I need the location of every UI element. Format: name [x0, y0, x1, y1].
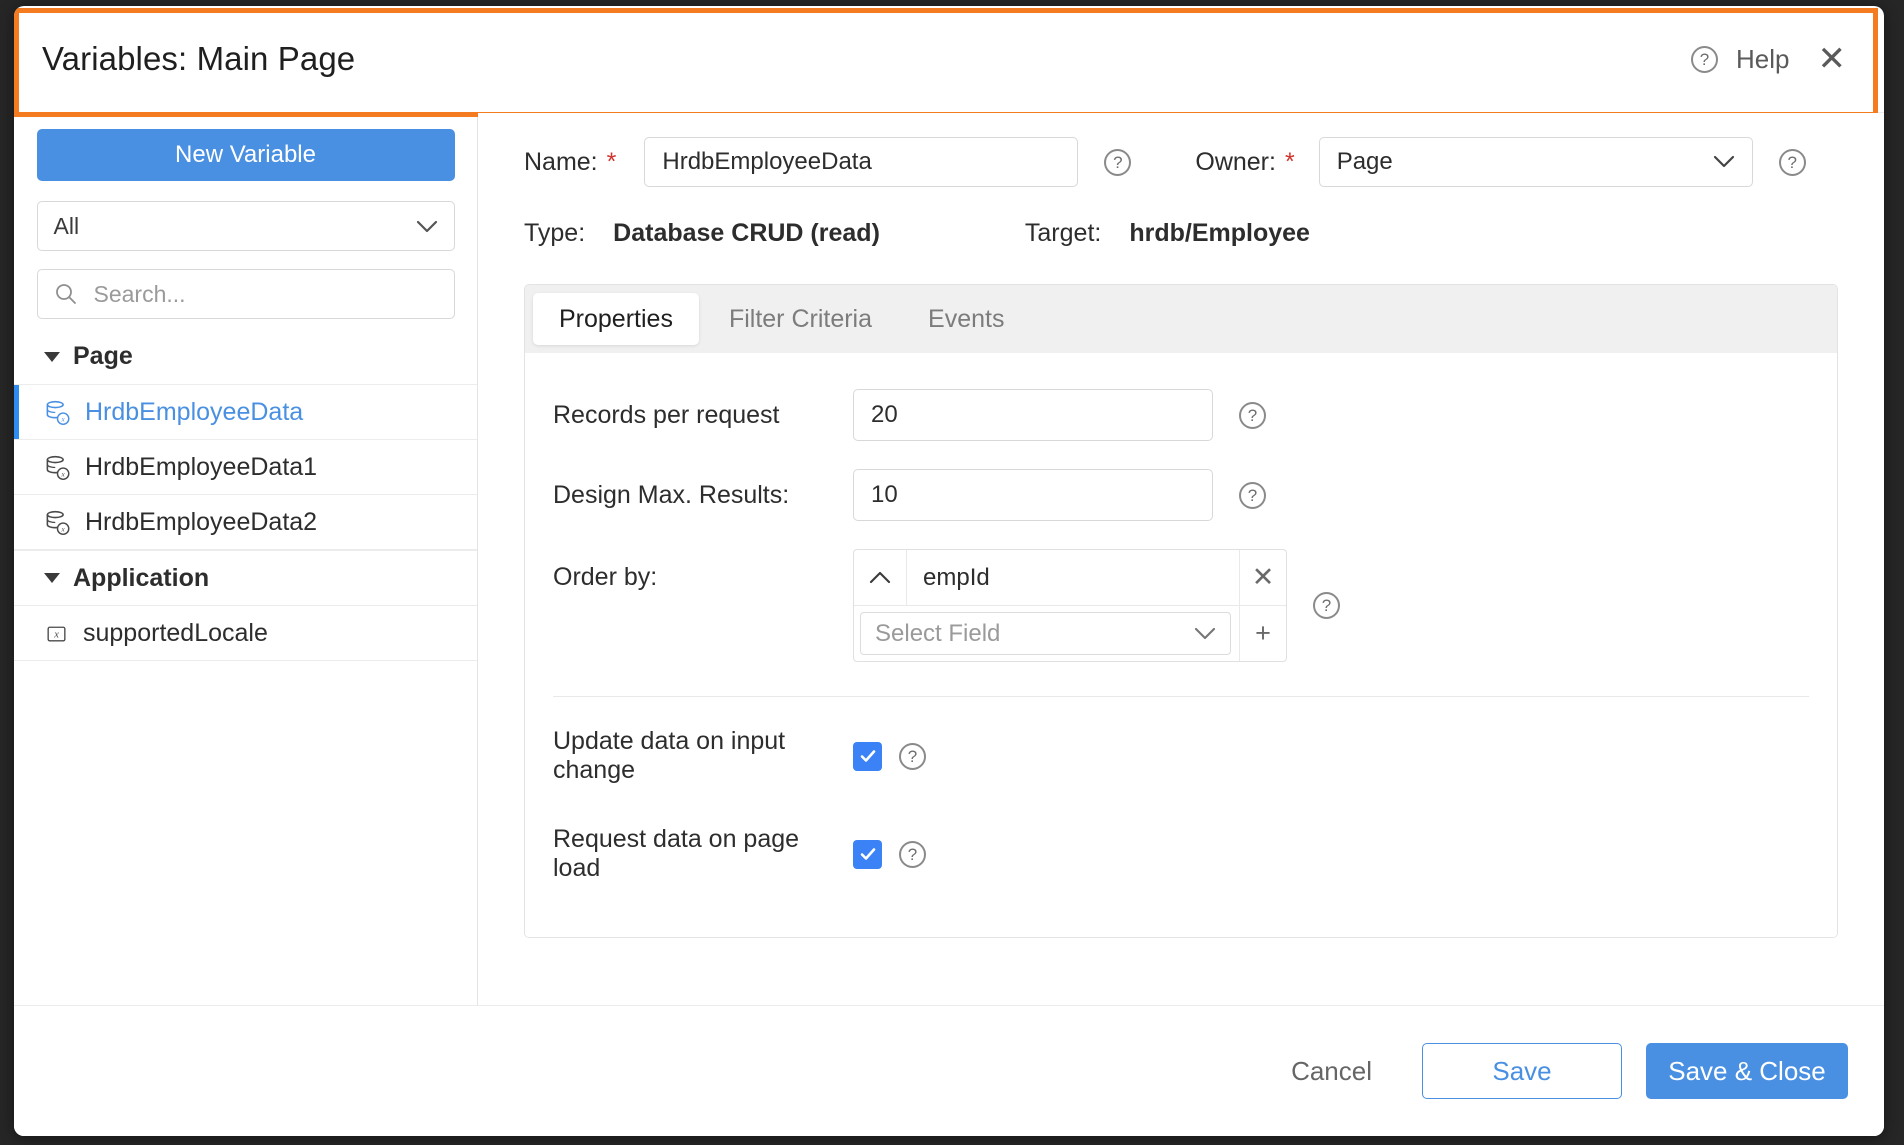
database-variable-icon: x — [44, 509, 71, 536]
sort-ascending-icon[interactable] — [854, 550, 907, 605]
question-circle-icon[interactable]: ? — [1691, 45, 1719, 73]
sidebar-group-label: Page — [73, 342, 133, 370]
records-per-request-label: Records per request — [553, 400, 780, 429]
type-target-row: Type: Database CRUD (read) Target: hrdb/… — [478, 219, 1884, 248]
search-input[interactable]: Search... — [36, 269, 455, 319]
search-icon — [54, 282, 78, 306]
save-and-close-button[interactable]: Save & Close — [1646, 1043, 1848, 1099]
target-field-group: Target: hrdb/Employee — [1025, 219, 1310, 248]
new-variable-button[interactable]: New Variable — [36, 129, 455, 181]
sidebar-group-page[interactable]: Page — [14, 329, 477, 385]
dialog-header: Variables: Main Page ? Help ✕ — [14, 6, 1884, 117]
cancel-button[interactable]: Cancel — [1265, 1044, 1398, 1099]
question-circle-icon[interactable]: ? — [899, 742, 926, 770]
sidebar-item-label: supportedLocale — [83, 618, 268, 647]
variable-filter-select[interactable]: All — [36, 201, 455, 251]
chevron-down-icon — [1713, 148, 1735, 176]
chevron-down-icon — [1194, 620, 1216, 648]
update-on-input-change-label: Update data on input change — [553, 727, 786, 784]
sidebar-item-supportedlocale[interactable]: x supportedLocale — [14, 606, 477, 661]
owner-label: Owner: — [1195, 147, 1276, 176]
sidebar-item-label: HrdbEmployeeData — [85, 397, 304, 426]
chevron-down-icon — [416, 213, 438, 240]
help-link[interactable]: Help — [1736, 44, 1789, 75]
question-circle-icon[interactable]: ? — [899, 840, 926, 868]
save-button[interactable]: Save — [1422, 1043, 1622, 1099]
update-on-input-change-checkbox[interactable] — [853, 741, 882, 771]
variable-filter-value: All — [53, 212, 80, 239]
sidebar-item-label: HrdbEmployeeData1 — [85, 452, 318, 481]
type-field-group: Type: Database CRUD (read) — [524, 219, 880, 248]
name-input[interactable]: HrdbEmployeeData — [644, 137, 1079, 187]
required-marker: * — [1284, 147, 1295, 176]
sidebar-item-label: HrdbEmployeeData2 — [85, 507, 318, 536]
variables-dialog: Variables: Main Page ? Help ✕ New Variab… — [14, 6, 1884, 1136]
tab-filter-criteria[interactable]: Filter Criteria — [703, 293, 898, 345]
owner-select[interactable]: Page — [1318, 137, 1753, 187]
request-on-page-load-checkbox[interactable] — [853, 839, 882, 869]
caret-down-icon — [44, 573, 60, 583]
request-on-page-load-label: Request data on page load — [553, 825, 800, 882]
database-variable-icon: x — [44, 399, 71, 426]
records-per-request-value: 20 — [871, 401, 898, 428]
target-label: Target: — [1024, 219, 1102, 247]
dialog-footer: Cancel Save Save & Close — [14, 1005, 1884, 1136]
name-input-value: HrdbEmployeeData — [662, 148, 872, 175]
name-owner-row: Name: * HrdbEmployeeData ? Owner: * Page — [478, 137, 1884, 187]
question-circle-icon[interactable]: ? — [1239, 481, 1266, 509]
design-max-results-row: Design Max. Results: 10 ? — [525, 469, 1837, 521]
tab-bar: Properties Filter Criteria Events — [525, 285, 1837, 353]
question-circle-icon[interactable]: ? — [1104, 148, 1132, 176]
name-label: Name: — [524, 147, 598, 176]
request-on-page-load-row: Request data on page load ? — [525, 825, 1837, 883]
order-by-select-placeholder: Select Field — [875, 619, 1001, 647]
variable-x-icon: x — [44, 621, 69, 646]
owner-select-value: Page — [1336, 148, 1393, 175]
close-icon[interactable]: ✕ — [1818, 42, 1847, 76]
caret-down-icon — [44, 351, 60, 362]
order-by-row: Order by: empId ✕ Select Field + ? — [525, 549, 1837, 662]
properties-card: Properties Filter Criteria Events Record… — [524, 284, 1838, 938]
remove-order-by-icon[interactable]: ✕ — [1239, 550, 1286, 605]
update-on-input-change-row: Update data on input change ? — [525, 727, 1837, 785]
order-by-label: Order by: — [553, 563, 658, 591]
search-placeholder: Search... — [93, 280, 186, 307]
owner-field-group: Owner: * Page ? — [1195, 137, 1806, 187]
question-circle-icon[interactable]: ? — [1778, 148, 1806, 176]
required-marker: * — [606, 147, 617, 176]
target-value: hrdb/Employee — [1129, 219, 1310, 247]
records-per-request-row: Records per request 20 ? — [525, 389, 1837, 441]
sidebar-group-label: Application — [73, 563, 210, 592]
order-by-widget: empId ✕ Select Field + — [853, 549, 1287, 662]
database-variable-icon: x — [44, 454, 71, 481]
order-by-add-entry: Select Field + — [854, 605, 1286, 661]
section-divider — [553, 696, 1809, 697]
tab-properties[interactable]: Properties — [533, 293, 699, 345]
type-label: Type: — [524, 219, 586, 247]
sidebar-item-hrdbemployeedata[interactable]: x HrdbEmployeeData — [14, 385, 477, 440]
question-circle-icon[interactable]: ? — [1239, 401, 1266, 429]
sidebar-item-hrdbemployeedata1[interactable]: x HrdbEmployeeData1 — [14, 440, 477, 495]
question-circle-icon[interactable]: ? — [1313, 592, 1340, 619]
svg-text:x: x — [53, 629, 59, 640]
variable-editor-panel: Name: * HrdbEmployeeData ? Owner: * Page — [478, 113, 1884, 1005]
header-actions: ? Help ✕ — [1691, 42, 1846, 76]
variables-sidebar: New Variable All Search... Page x HrdbEm… — [14, 113, 478, 1005]
name-field-group: Name: * HrdbEmployeeData ? — [524, 137, 1132, 187]
order-by-field-select[interactable]: Select Field — [860, 612, 1231, 655]
tab-events[interactable]: Events — [902, 293, 1030, 345]
sidebar-item-hrdbemployeedata2[interactable]: x HrdbEmployeeData2 — [14, 495, 477, 550]
order-by-entry: empId ✕ — [854, 550, 1286, 605]
dialog-body: New Variable All Search... Page x HrdbEm… — [14, 113, 1884, 1005]
order-by-field-value[interactable]: empId — [907, 550, 1239, 605]
type-value: Database CRUD (read) — [613, 219, 880, 247]
records-per-request-input[interactable]: 20 — [853, 389, 1213, 441]
design-max-results-label: Design Max. Results: — [553, 480, 790, 509]
sidebar-group-application[interactable]: Application — [14, 550, 477, 606]
page-title: Variables: Main Page — [42, 40, 356, 77]
design-max-results-input[interactable]: 10 — [853, 469, 1213, 521]
properties-tab-content: Records per request 20 ? Design Max. Res… — [525, 353, 1837, 937]
plus-icon[interactable]: + — [1239, 606, 1286, 661]
design-max-results-value: 10 — [871, 481, 898, 508]
